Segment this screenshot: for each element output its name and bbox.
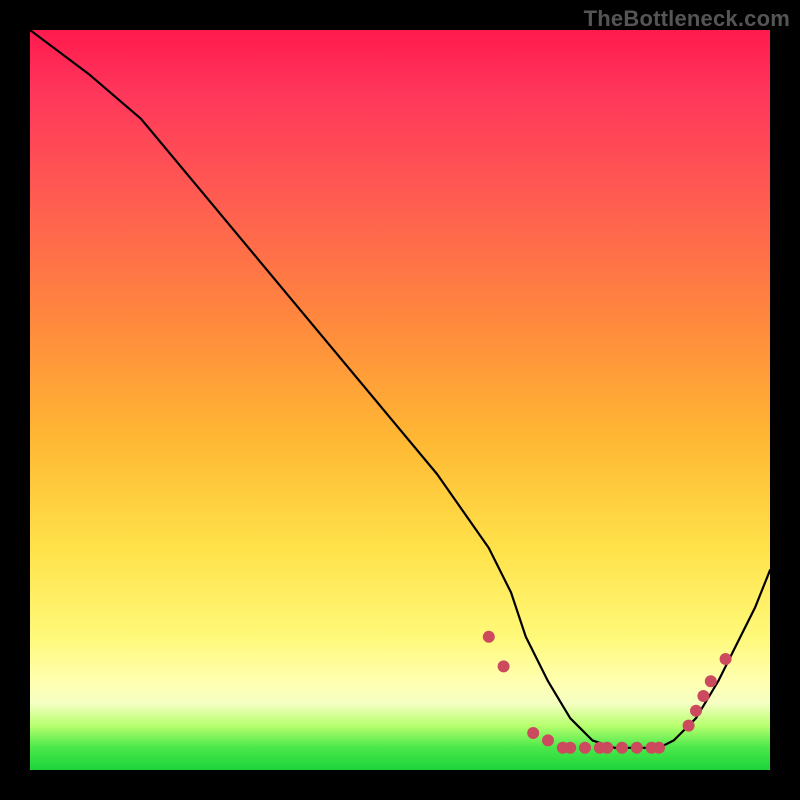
data-point [483, 631, 495, 643]
data-point [542, 734, 554, 746]
data-point [616, 742, 628, 754]
data-point [705, 675, 717, 687]
bottleneck-curve [30, 30, 770, 748]
chart-svg [30, 30, 770, 770]
data-point [498, 660, 510, 672]
data-point [601, 742, 613, 754]
data-point [579, 742, 591, 754]
watermark-text: TheBottleneck.com [584, 6, 790, 32]
data-point [720, 653, 732, 665]
data-point [527, 727, 539, 739]
data-point [683, 720, 695, 732]
plot-area [30, 30, 770, 770]
data-point [697, 690, 709, 702]
chart-frame: TheBottleneck.com [0, 0, 800, 800]
data-point [631, 742, 643, 754]
data-points-group [483, 631, 732, 754]
data-point [564, 742, 576, 754]
data-point [653, 742, 665, 754]
data-point [690, 705, 702, 717]
